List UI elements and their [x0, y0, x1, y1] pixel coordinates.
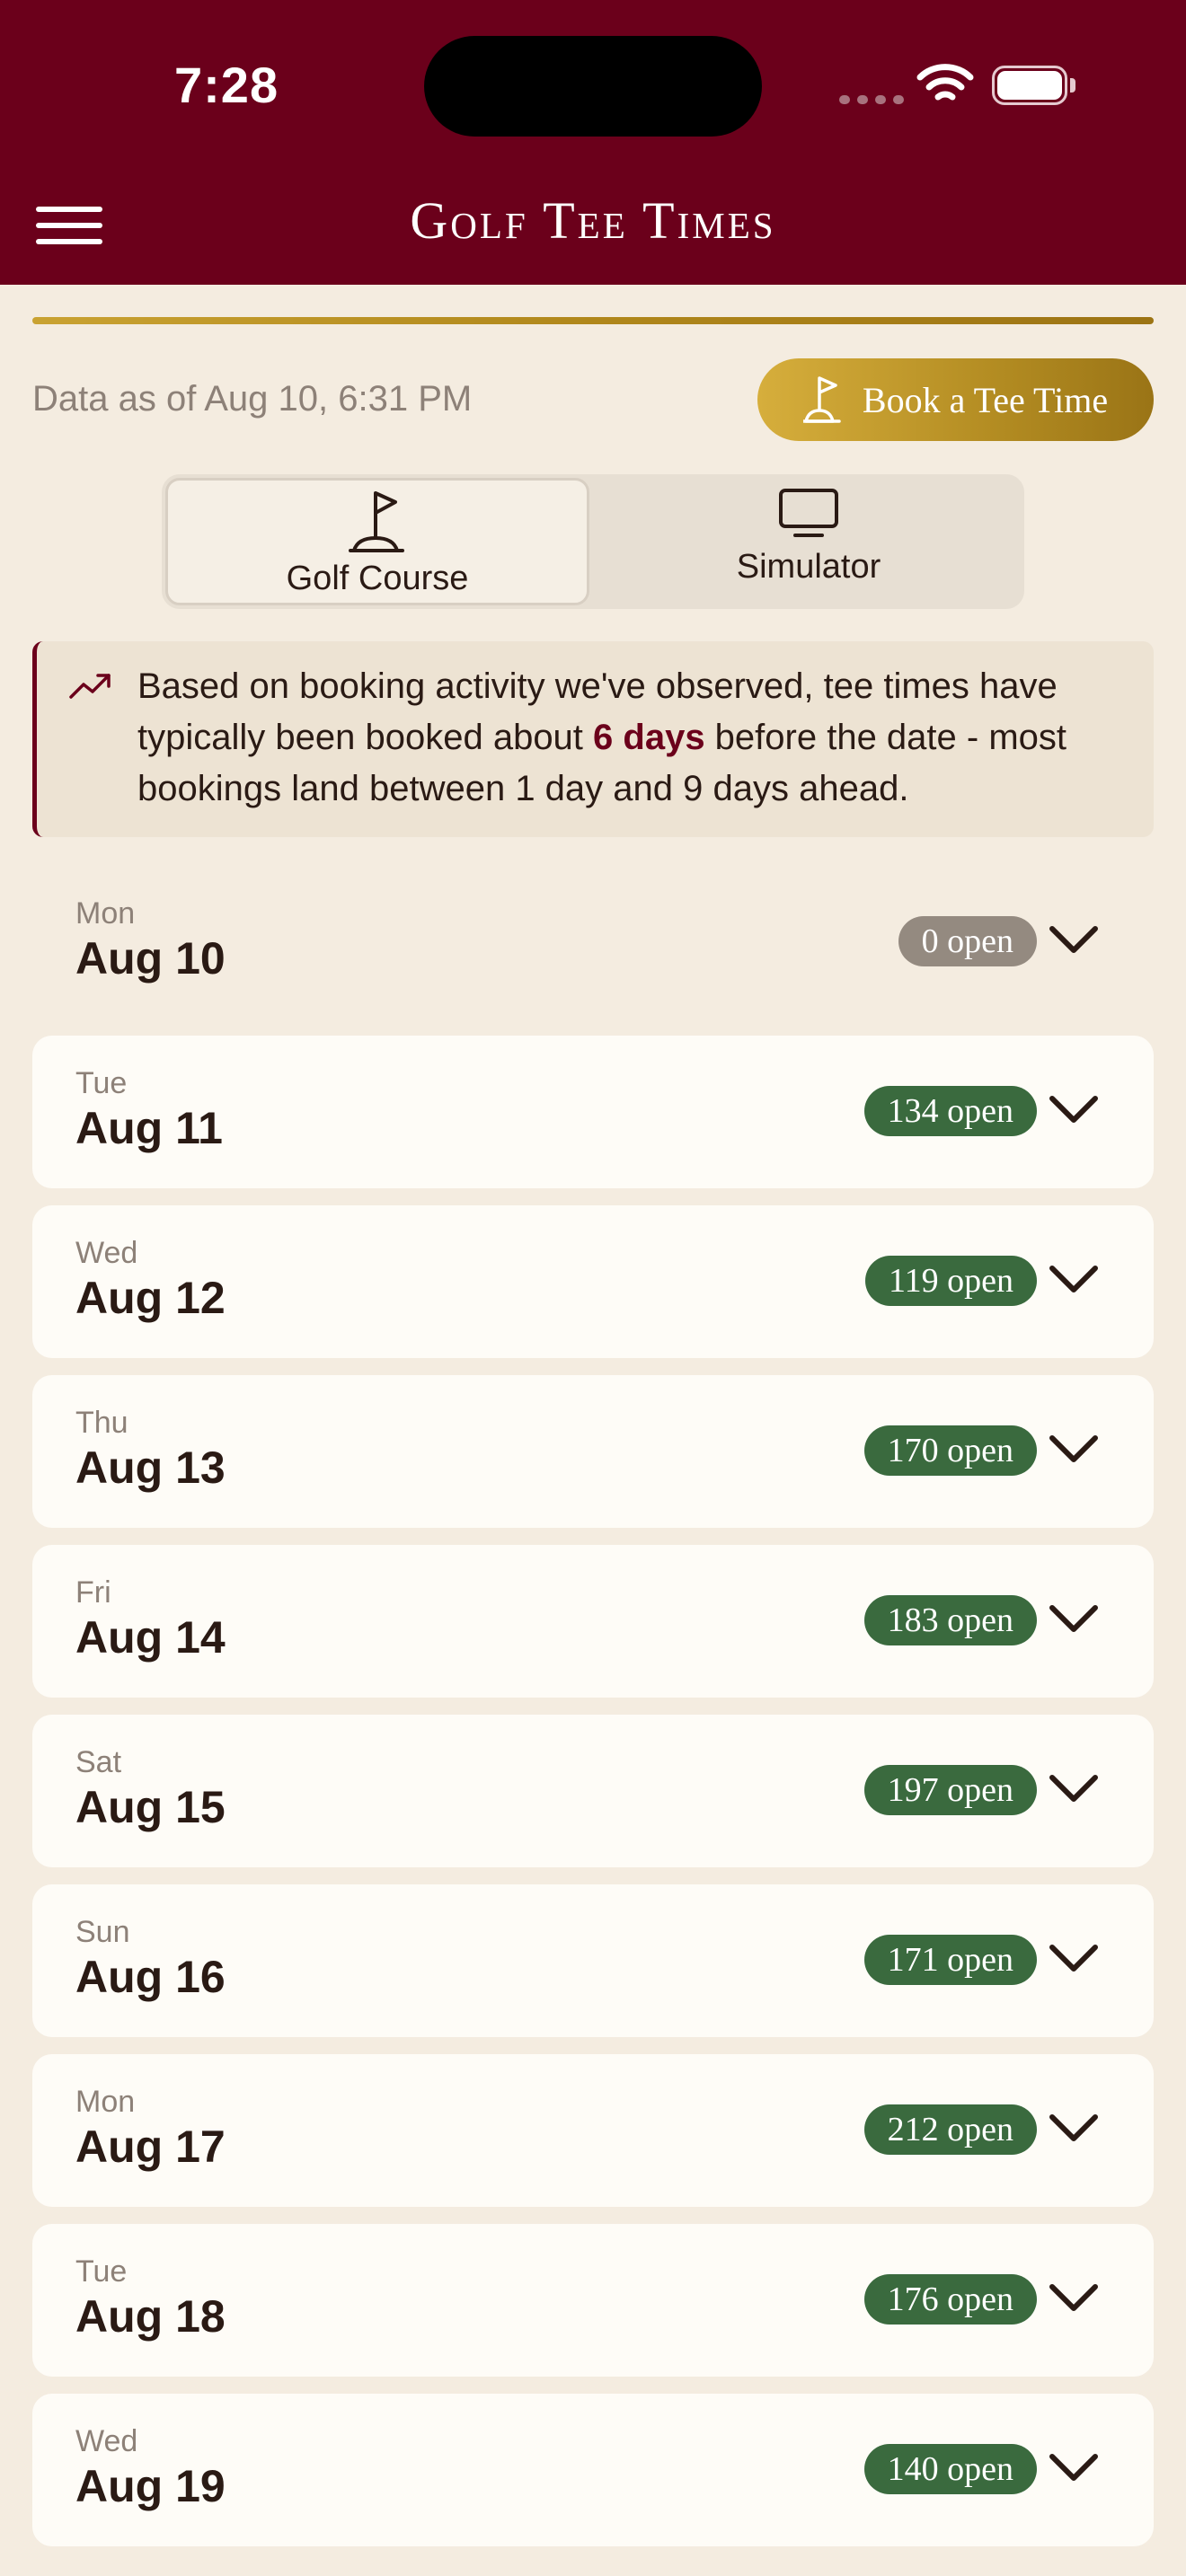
day-row[interactable]: Tue Aug 11 134 open	[32, 1036, 1154, 1188]
gold-divider	[32, 317, 1154, 324]
day-of-week: Mon	[75, 2085, 136, 2119]
day-date: Aug 17	[75, 2122, 226, 2172]
open-count-badge: 197 open	[863, 1765, 1037, 1815]
chevron-down-icon[interactable]	[1048, 1940, 1100, 1976]
golf-flag-icon	[349, 491, 404, 552]
tab-simulator[interactable]: Simulator	[593, 474, 1024, 609]
day-row[interactable]: Wed Aug 19 140 open	[32, 2394, 1154, 2546]
venue-segmented-control: Golf Course Simulator	[162, 474, 1024, 609]
chevron-down-icon[interactable]	[1048, 1261, 1100, 1297]
data-timestamp: Data as of Aug 10, 6:31 PM	[32, 379, 473, 419]
day-of-week: Tue	[75, 2254, 128, 2289]
chevron-down-icon[interactable]	[1048, 1770, 1100, 1806]
status-time: 7:28	[174, 57, 279, 113]
day-of-week: Tue	[75, 1066, 128, 1100]
page-title: Golf Tee Times	[410, 191, 776, 250]
day-of-week: Wed	[75, 2424, 138, 2458]
chevron-down-icon[interactable]	[1048, 1601, 1100, 1636]
day-row[interactable]: Sun Aug 16 171 open	[32, 1884, 1154, 2037]
golf-flag-icon	[802, 376, 841, 423]
chevron-down-icon[interactable]	[1048, 2110, 1100, 2146]
day-date: Aug 12	[75, 1273, 226, 1323]
book-tee-time-button[interactable]: Book a Tee Time	[757, 358, 1154, 441]
day-row[interactable]: Mon Aug 10 0 open	[32, 866, 1154, 1019]
day-row[interactable]: Thu Aug 13 170 open	[32, 1375, 1154, 1528]
day-date: Aug 15	[75, 1782, 226, 1832]
monitor-icon	[779, 489, 838, 537]
trending-up-icon	[69, 674, 111, 699]
battery-icon	[992, 66, 1075, 105]
open-count-badge: 183 open	[863, 1595, 1037, 1645]
day-date: Aug 11	[75, 1103, 223, 1153]
day-date: Aug 10	[75, 933, 226, 984]
day-of-week: Sun	[75, 1915, 130, 1949]
chevron-down-icon[interactable]	[1048, 2280, 1100, 2316]
day-date: Aug 13	[75, 1442, 226, 1493]
open-count-badge: 140 open	[863, 2444, 1037, 2494]
chevron-down-icon[interactable]	[1048, 1431, 1100, 1467]
tab-golf-course[interactable]: Golf Course	[165, 478, 589, 605]
day-date: Aug 16	[75, 1952, 226, 2002]
wifi-icon	[916, 64, 974, 101]
day-of-week: Wed	[75, 1236, 138, 1270]
day-row[interactable]: Wed Aug 12 119 open	[32, 1205, 1154, 1358]
chevron-down-icon[interactable]	[1048, 2449, 1100, 2485]
tab-golf-course-label: Golf Course	[286, 560, 469, 597]
booking-insight-text: Based on booking activity we've observed…	[137, 666, 1067, 808]
day-of-week: Mon	[75, 896, 136, 931]
cellular-signal-icon	[839, 95, 904, 104]
dynamic-island	[424, 36, 762, 137]
chevron-down-icon[interactable]	[1048, 1091, 1100, 1127]
open-count-badge: 134 open	[863, 1086, 1037, 1136]
chevron-down-icon[interactable]	[1048, 922, 1100, 957]
lead-time-highlight: 6 days	[593, 718, 705, 757]
book-button-label: Book a Tee Time	[862, 379, 1109, 420]
day-of-week: Sat	[75, 1745, 122, 1779]
open-count-badge: 176 open	[863, 2274, 1037, 2325]
day-row[interactable]: Mon Aug 17 212 open	[32, 2054, 1154, 2207]
day-of-week: Thu	[75, 1406, 128, 1440]
open-count-badge: 119 open	[865, 1256, 1037, 1306]
day-of-week: Fri	[75, 1575, 111, 1610]
day-row[interactable]: Sat Aug 15 197 open	[32, 1715, 1154, 1867]
tab-simulator-label: Simulator	[736, 548, 881, 586]
open-count-badge: 212 open	[863, 2104, 1037, 2155]
app-header: 7:28 Golf Tee Times	[0, 0, 1186, 285]
open-count-badge: 0 open	[898, 916, 1037, 966]
open-count-badge: 170 open	[863, 1425, 1037, 1476]
open-count-badge: 171 open	[863, 1935, 1037, 1985]
day-date: Aug 19	[75, 2461, 226, 2511]
day-date: Aug 14	[75, 1612, 226, 1663]
day-date: Aug 18	[75, 2291, 226, 2342]
day-row[interactable]: Fri Aug 14 183 open	[32, 1545, 1154, 1698]
day-row[interactable]: Tue Aug 18 176 open	[32, 2224, 1154, 2377]
booking-insight-banner: Based on booking activity we've observed…	[32, 641, 1154, 837]
